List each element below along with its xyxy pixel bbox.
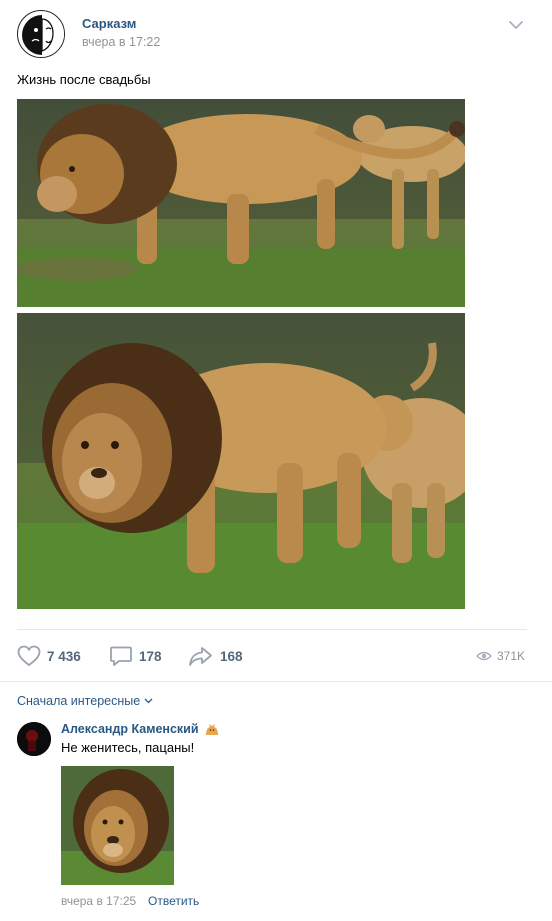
avatar-image: [17, 722, 51, 756]
chevron-down-icon: [509, 21, 523, 30]
chevron-down-icon: [144, 698, 153, 704]
comment-count: 178: [139, 648, 162, 664]
post-text: Жизнь после свадьбы: [17, 72, 151, 87]
heart-icon: [17, 645, 41, 667]
comment-attachment-photo[interactable]: [61, 766, 174, 885]
divider: [17, 629, 527, 630]
post-author-name[interactable]: Сарказм: [82, 16, 136, 31]
commenter-name-row: Александр Каменский: [61, 722, 220, 736]
share-icon: [189, 647, 212, 666]
share-count: 168: [220, 648, 243, 664]
comment-timestamp[interactable]: вчера в 17:25: [61, 894, 136, 908]
sarcasm-mask-icon: [19, 12, 64, 57]
commenter-name[interactable]: Александр Каменский: [61, 722, 199, 736]
post-timestamp[interactable]: вчера в 17:22: [82, 35, 160, 49]
divider: [0, 681, 552, 682]
lioness-biting-lion-photo: [17, 313, 465, 609]
like-button[interactable]: 7 436: [17, 645, 81, 667]
comments-sort-label: Сначала интересные: [17, 694, 141, 708]
author-avatar[interactable]: [17, 10, 65, 58]
comment-icon: [110, 646, 132, 666]
lion-walking-photo: [17, 99, 465, 307]
comment-button[interactable]: 178: [109, 645, 162, 667]
reply-button[interactable]: Ответить: [148, 894, 199, 908]
views-counter: 371K: [476, 647, 525, 665]
eye-icon: [476, 651, 492, 661]
commenter-avatar[interactable]: [17, 722, 51, 756]
cat-emoji-icon: [205, 723, 218, 735]
comment-text: Не женитесь, пацаны!: [61, 740, 195, 755]
post-photo-2[interactable]: [17, 313, 465, 609]
comments-sort-dropdown[interactable]: Сначала интересные: [17, 694, 153, 708]
share-button[interactable]: 168: [188, 645, 243, 667]
views-count: 371K: [497, 649, 526, 663]
like-count: 7 436: [47, 648, 81, 664]
post-photo-1[interactable]: [17, 99, 465, 307]
lion-face-photo: [61, 766, 174, 885]
post-menu-button[interactable]: [508, 18, 524, 30]
